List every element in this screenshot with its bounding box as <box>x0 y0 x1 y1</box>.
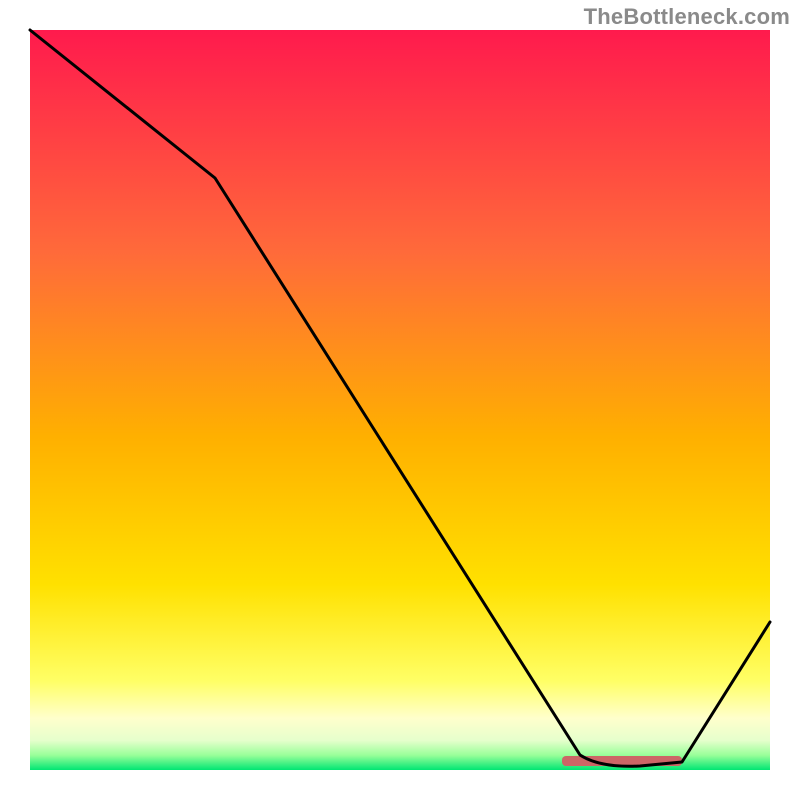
watermark-text: TheBottleneck.com <box>584 4 790 30</box>
bottleneck-chart <box>0 0 800 800</box>
plot-background <box>30 30 770 770</box>
